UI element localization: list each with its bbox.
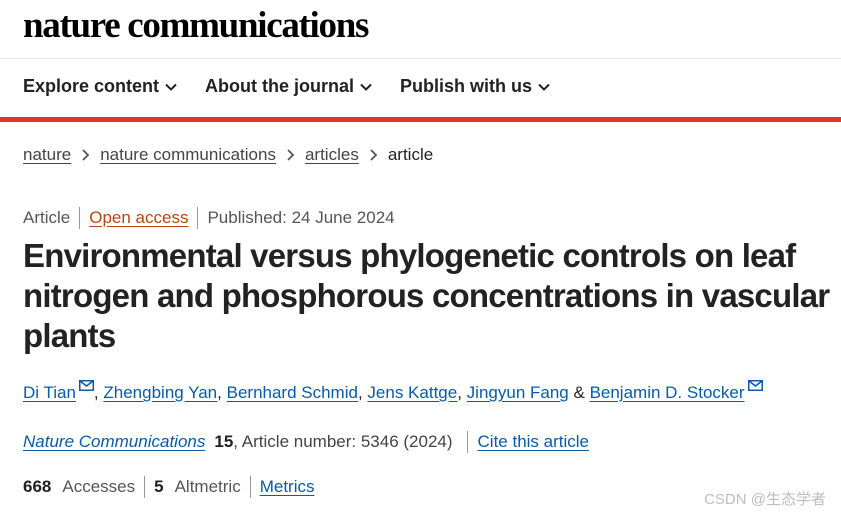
nav-explore-content[interactable]: Explore content (23, 76, 177, 97)
open-access-link[interactable]: Open access (89, 208, 188, 228)
altmetric-count: 5 (154, 477, 164, 496)
author-link[interactable]: Bernhard Schmid (227, 383, 358, 402)
mail-icon[interactable] (747, 380, 763, 391)
nav-publish-with-us[interactable]: Publish with us (400, 76, 550, 97)
watermark: CSDN @生态学者 (704, 491, 826, 508)
header-divider (0, 58, 841, 59)
citation-line: Nature Communications 15 , Article numbe… (23, 431, 589, 453)
metrics-divider (144, 476, 146, 498)
breadcrumb-articles[interactable]: articles (305, 145, 359, 165)
author-link[interactable]: Jens Kattge (367, 383, 457, 402)
breadcrumb: nature nature communications articles ar… (23, 145, 433, 165)
metrics-link[interactable]: Metrics (260, 477, 315, 497)
cite-this-article-link[interactable]: Cite this article (478, 432, 589, 452)
chevron-down-icon (360, 83, 372, 91)
journal-link[interactable]: Nature Communications (23, 432, 205, 452)
citation-divider (466, 431, 468, 453)
author-link[interactable]: Jingyun Fang (467, 383, 569, 402)
author-link[interactable]: Di Tian (23, 383, 76, 402)
mail-icon[interactable] (78, 380, 94, 391)
article-number: , Article number: 5346 (2024) (233, 432, 453, 451)
author-separator: , (457, 383, 462, 402)
main-nav: Explore content About the journal Publis… (23, 76, 550, 97)
chevron-right-icon (82, 149, 90, 161)
author-separator: , (93, 383, 99, 402)
chevron-down-icon (538, 83, 550, 91)
nav-about-journal-label: About the journal (205, 76, 355, 96)
article-type: Article (23, 208, 71, 227)
author-link[interactable]: Zhengbing Yan (103, 383, 217, 402)
author-link[interactable]: Benjamin D. Stocker (590, 383, 745, 402)
nav-about-journal[interactable]: About the journal (205, 76, 372, 97)
journal-logo[interactable]: nature communications (23, 4, 369, 47)
chevron-down-icon (165, 83, 177, 91)
meta-divider (79, 207, 81, 229)
published-date: Published: 24 June 2024 (207, 208, 395, 227)
author-and: & (573, 383, 585, 402)
volume: 15 (214, 432, 234, 451)
chevron-right-icon (287, 149, 295, 161)
breadcrumb-nature-communications[interactable]: nature communications (100, 145, 276, 165)
article-title: Environmental versus phylogenetic contro… (23, 237, 830, 354)
nav-explore-content-label: Explore content (23, 76, 160, 96)
accent-bar (0, 117, 841, 122)
author-separator: , (217, 383, 222, 402)
breadcrumb-nature[interactable]: nature (23, 145, 71, 165)
metrics-bar: 668 Accesses 5 Altmetric Metrics (23, 476, 315, 498)
author-separator: , (357, 383, 363, 402)
nav-publish-with-us-label: Publish with us (400, 76, 533, 96)
altmetric-label: Altmetric (174, 477, 241, 496)
accesses-count: 668 (23, 477, 52, 496)
chevron-right-icon (370, 149, 378, 161)
meta-divider (197, 207, 199, 229)
author-list: Di Tian, Zhengbing Yan, Bernhard Schmid,… (23, 380, 763, 403)
accesses-label: Accesses (62, 477, 136, 496)
article-meta: Article Open access Published: 24 June 2… (23, 207, 395, 229)
breadcrumb-current: article (387, 145, 434, 164)
metrics-divider (249, 476, 251, 498)
